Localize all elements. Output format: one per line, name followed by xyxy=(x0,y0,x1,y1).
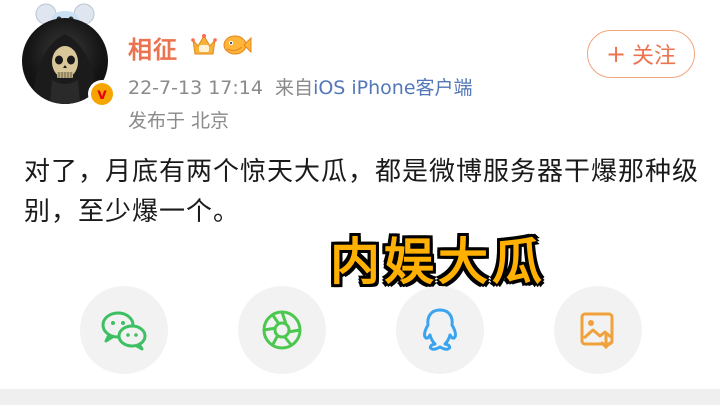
source-prefix: 来自 xyxy=(275,77,314,99)
save-image-icon xyxy=(580,312,614,350)
follow-button[interactable]: + 关注 xyxy=(587,30,695,78)
share-qq-button[interactable] xyxy=(396,286,484,374)
qq-icon xyxy=(423,308,457,351)
moments-icon xyxy=(262,310,302,350)
fish-badge-icon xyxy=(223,35,252,55)
user-avatar-group[interactable]: v xyxy=(14,2,116,108)
post-location: 发布于 北京 xyxy=(128,110,230,132)
share-wechat-button[interactable] xyxy=(80,286,168,374)
post-meta: 22-7-13 17:14 来自iOS iPhone客户端 xyxy=(128,73,473,100)
wechat-icon xyxy=(101,311,147,351)
post-source-link[interactable]: iOS iPhone客户端 xyxy=(313,77,472,99)
verified-badge-letter: v xyxy=(91,83,113,105)
post-body-text: 对了，月底有两个惊天大瓜，都是微博服务器干爆那种级别，至少爆一个。 xyxy=(24,157,700,227)
video-overlay-caption: 内娱大瓜 xyxy=(330,233,546,291)
post-timestamp: 22-7-13 17:14 xyxy=(128,77,263,99)
share-moments-button[interactable] xyxy=(238,286,326,374)
plus-icon: + xyxy=(605,40,627,68)
user-name[interactable]: 相征 xyxy=(128,30,178,65)
crown-icon xyxy=(191,34,217,55)
bottom-divider xyxy=(0,389,720,405)
save-image-button[interactable] xyxy=(554,286,642,374)
follow-label: 关注 xyxy=(632,44,677,69)
verified-badge: v xyxy=(88,80,116,108)
